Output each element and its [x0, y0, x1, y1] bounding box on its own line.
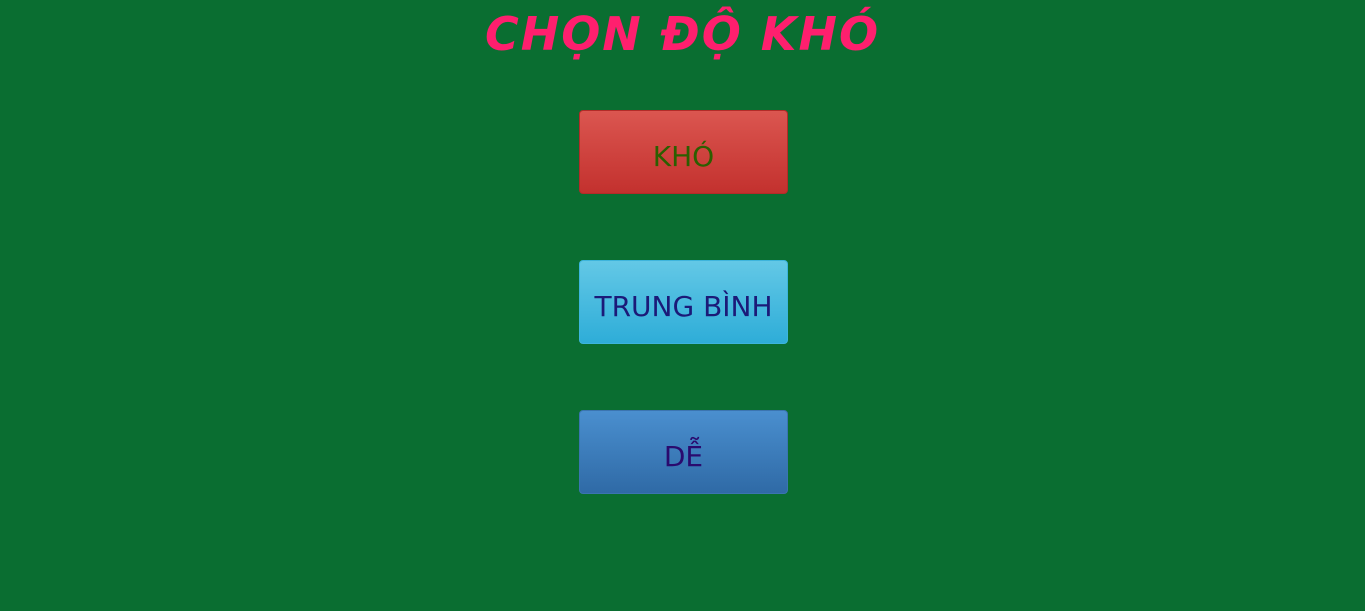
hard-difficulty-button[interactable]: KHÓ [579, 110, 788, 194]
easy-button-label: DỄ [663, 439, 704, 473]
medium-difficulty-button[interactable]: TRUNG BÌNH [579, 260, 788, 344]
page-title: CHỌN ĐỘ KHÓ [484, 7, 881, 61]
easy-difficulty-button[interactable]: DỄ [579, 410, 788, 494]
hard-button-label: KHÓ [652, 139, 715, 173]
medium-button-label: TRUNG BÌNH [594, 289, 773, 323]
